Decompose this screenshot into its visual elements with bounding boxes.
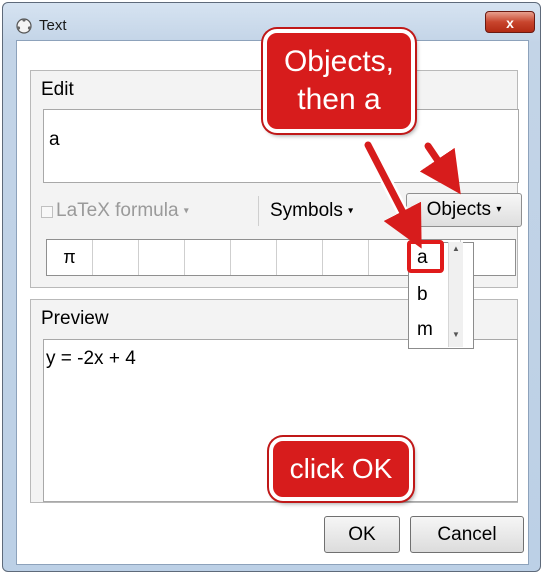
symbol-cell[interactable] <box>231 240 277 275</box>
latex-formula-dropdown[interactable]: LaTeX formula ▾ <box>56 200 189 222</box>
text-tool-icon <box>16 18 32 34</box>
latex-checkbox[interactable] <box>41 206 53 218</box>
callout-text-top: Objects, then a <box>283 45 395 116</box>
scroll-up-icon[interactable]: ▲ <box>452 244 460 253</box>
toolbar-divider <box>397 196 398 226</box>
callout-text-bottom: click OK <box>289 453 393 484</box>
window-title: Text <box>39 17 67 34</box>
object-option-b[interactable]: b <box>417 284 428 306</box>
object-option-m[interactable]: m <box>417 319 433 341</box>
toolbar-divider <box>258 196 259 226</box>
scroll-down-icon[interactable]: ▼ <box>452 330 460 339</box>
close-button[interactable]: x <box>485 11 535 33</box>
symbol-cell[interactable] <box>93 240 139 275</box>
symbol-cell[interactable] <box>185 240 231 275</box>
latex-formula-label: LaTeX formula <box>56 200 179 221</box>
click-ok-callout: click OK <box>269 437 413 501</box>
cancel-button[interactable]: Cancel <box>410 516 524 553</box>
symbol-cell[interactable] <box>139 240 185 275</box>
ok-button[interactable]: OK <box>324 516 400 553</box>
preview-panel-title: Preview <box>41 308 109 329</box>
chevron-down-icon: ▾ <box>496 204 502 215</box>
symbols-dropdown[interactable]: Symbols ▾ <box>270 200 353 222</box>
symbol-cell[interactable]: π <box>47 240 93 275</box>
symbol-cell[interactable] <box>277 240 323 275</box>
objects-label: Objects <box>426 199 492 221</box>
chevron-down-icon: ▾ <box>348 205 354 217</box>
preview-text: y = -2x + 4 <box>46 348 136 369</box>
dropdown-scrollbar[interactable]: ▲ ▼ <box>448 242 463 347</box>
objects-dropdown[interactable]: Objects ▾ <box>406 193 522 227</box>
edit-panel-title: Edit <box>41 79 74 100</box>
objects-then-a-callout: Objects, then a <box>263 29 415 133</box>
option-a-highlight <box>407 240 444 273</box>
edit-text-value: a <box>49 129 60 150</box>
chevron-down-icon: ▾ <box>183 205 189 217</box>
symbol-cell[interactable] <box>323 240 369 275</box>
symbols-label: Symbols <box>270 200 343 221</box>
